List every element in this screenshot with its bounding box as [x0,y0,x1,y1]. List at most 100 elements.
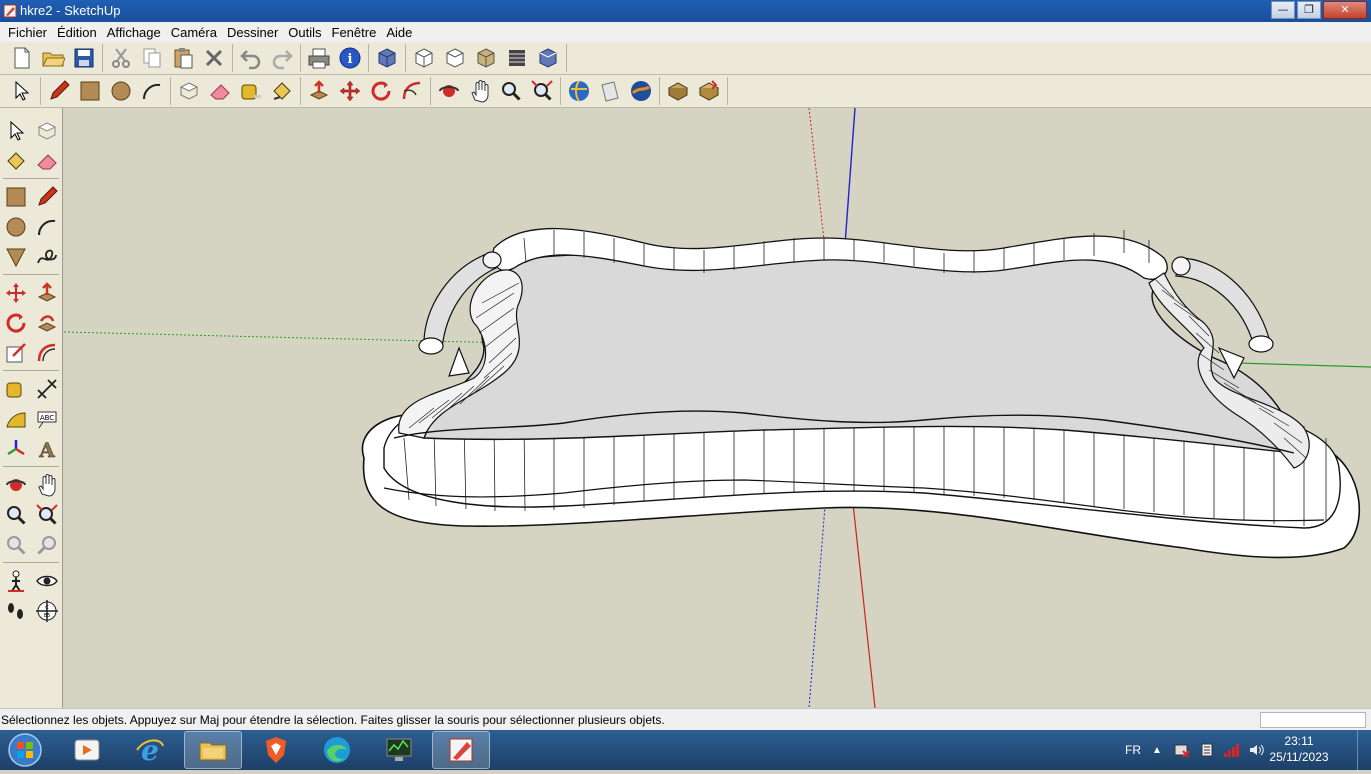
copy-icon[interactable] [137,43,167,73]
make-component-icon[interactable] [174,76,204,106]
zoom-window-tool-icon[interactable] [31,500,62,530]
section-plane-icon[interactable]: C B5 [31,596,62,626]
circle-icon[interactable] [106,76,136,106]
arc-icon[interactable] [137,76,167,106]
component-tool-icon[interactable] [31,116,62,146]
dimension-tool-icon[interactable] [31,374,62,404]
move-icon[interactable] [335,76,365,106]
taskbar-file-explorer[interactable] [184,731,242,769]
rectangle-tool-icon[interactable] [0,182,31,212]
open-folder-icon[interactable] [38,43,68,73]
top-view-icon[interactable] [409,43,439,73]
select-icon[interactable] [7,76,37,106]
line-tool-icon[interactable] [31,182,62,212]
paint-bucket-tool-icon[interactable] [0,146,31,176]
show-desktop-button[interactable] [1357,730,1371,770]
taskbar-task-manager[interactable] [370,731,428,769]
cut-icon[interactable] [106,43,136,73]
close-button[interactable]: ✕ [1323,1,1367,19]
rectangle-icon[interactable] [75,76,105,106]
zoom-extents-icon[interactable] [527,76,557,106]
back-view-icon[interactable] [502,43,532,73]
scale-tool-icon[interactable] [0,338,31,368]
measurements-box[interactable] [1260,712,1366,728]
tray-clock[interactable]: 23:11 25/11/2023 [1268,733,1330,765]
move-tool-icon[interactable] [0,278,31,308]
new-file-icon[interactable] [7,43,37,73]
minimize-button[interactable]: — [1271,1,1295,19]
front-view-icon[interactable] [440,43,470,73]
tray-expand-icon[interactable]: ▲ [1152,730,1162,770]
warehouse-icon[interactable] [694,76,724,106]
eraser-tool-icon[interactable] [31,146,62,176]
print-icon[interactable] [304,43,334,73]
position-camera-icon[interactable] [0,566,31,596]
delete-icon[interactable] [199,43,229,73]
model-info-icon[interactable]: i [335,43,365,73]
redo-icon[interactable] [267,43,297,73]
pan-icon[interactable] [465,76,495,106]
menu-camera[interactable]: Caméra [166,25,222,40]
axes-tool-icon[interactable] [0,434,31,464]
orbit-tool-icon[interactable] [0,470,31,500]
protractor-tool-icon[interactable] [0,404,31,434]
tray-signal-icon[interactable] [1223,730,1241,770]
next-view-icon[interactable] [31,530,62,560]
offset-tool-icon[interactable] [31,338,62,368]
save-icon[interactable] [69,43,99,73]
model-canvas[interactable] [64,108,1371,708]
menu-edition[interactable]: Édition [52,25,102,40]
pencil-icon[interactable] [44,76,74,106]
menu-fenetre[interactable]: Fenêtre [327,25,382,40]
tray-volume-icon[interactable] [1248,730,1264,770]
iso-view-icon[interactable] [372,43,402,73]
zoom-tool-icon[interactable] [0,500,31,530]
pan-tool-icon[interactable] [31,470,62,500]
taskbar-sketchup[interactable] [432,731,490,769]
previous-view-icon[interactable] [0,530,31,560]
menu-affichage[interactable]: Affichage [102,25,166,40]
get-models-icon[interactable] [564,76,594,106]
left-view-icon[interactable] [533,43,563,73]
tray-network-alert-icon[interactable] [1174,730,1190,770]
3d-text-tool-icon[interactable]: A [31,434,62,464]
look-around-icon[interactable] [31,566,62,596]
push-pull-tool-icon[interactable] [31,278,62,308]
follow-me-icon[interactable] [397,76,427,106]
text-tool-icon[interactable]: ABC [31,404,62,434]
menu-dessiner[interactable]: Dessiner [222,25,283,40]
rotate-tool-icon[interactable] [0,308,31,338]
tray-language[interactable]: FR [1125,730,1141,770]
menu-fichier[interactable]: Fichier [3,25,52,40]
arc-tool-icon[interactable] [31,212,62,242]
share-model-icon[interactable] [595,76,625,106]
undo-icon[interactable] [236,43,266,73]
start-button[interactable] [4,731,46,769]
taskbar-edge[interactable] [308,731,366,769]
google-earth-icon[interactable] [626,76,656,106]
taskbar-brave[interactable] [247,731,305,769]
tray-device-icon[interactable] [1199,730,1215,770]
walk-icon[interactable] [0,596,31,626]
modeling-viewport[interactable] [64,108,1371,708]
freehand-tool-icon[interactable] [31,242,62,272]
paste-icon[interactable] [168,43,198,73]
zoom-icon[interactable] [496,76,526,106]
components-icon[interactable] [663,76,693,106]
orbit-icon[interactable] [434,76,464,106]
taskbar-internet-explorer[interactable]: e [121,731,179,769]
paint-bucket-icon[interactable] [267,76,297,106]
push-pull-icon[interactable] [304,76,334,106]
polygon-tool-icon[interactable] [0,242,31,272]
menu-aide[interactable]: Aide [381,25,417,40]
taskbar-media-player[interactable] [58,731,116,769]
circle-tool-icon[interactable] [0,212,31,242]
tape-measure-tool-icon[interactable] [0,374,31,404]
maximize-button[interactable]: ❐ [1297,1,1321,19]
right-view-icon[interactable] [471,43,501,73]
tape-measure-icon[interactable] [236,76,266,106]
eraser-icon[interactable] [205,76,235,106]
menu-outils[interactable]: Outils [283,25,326,40]
follow-me-tool-icon[interactable] [31,308,62,338]
select-tool-icon[interactable] [0,116,31,146]
